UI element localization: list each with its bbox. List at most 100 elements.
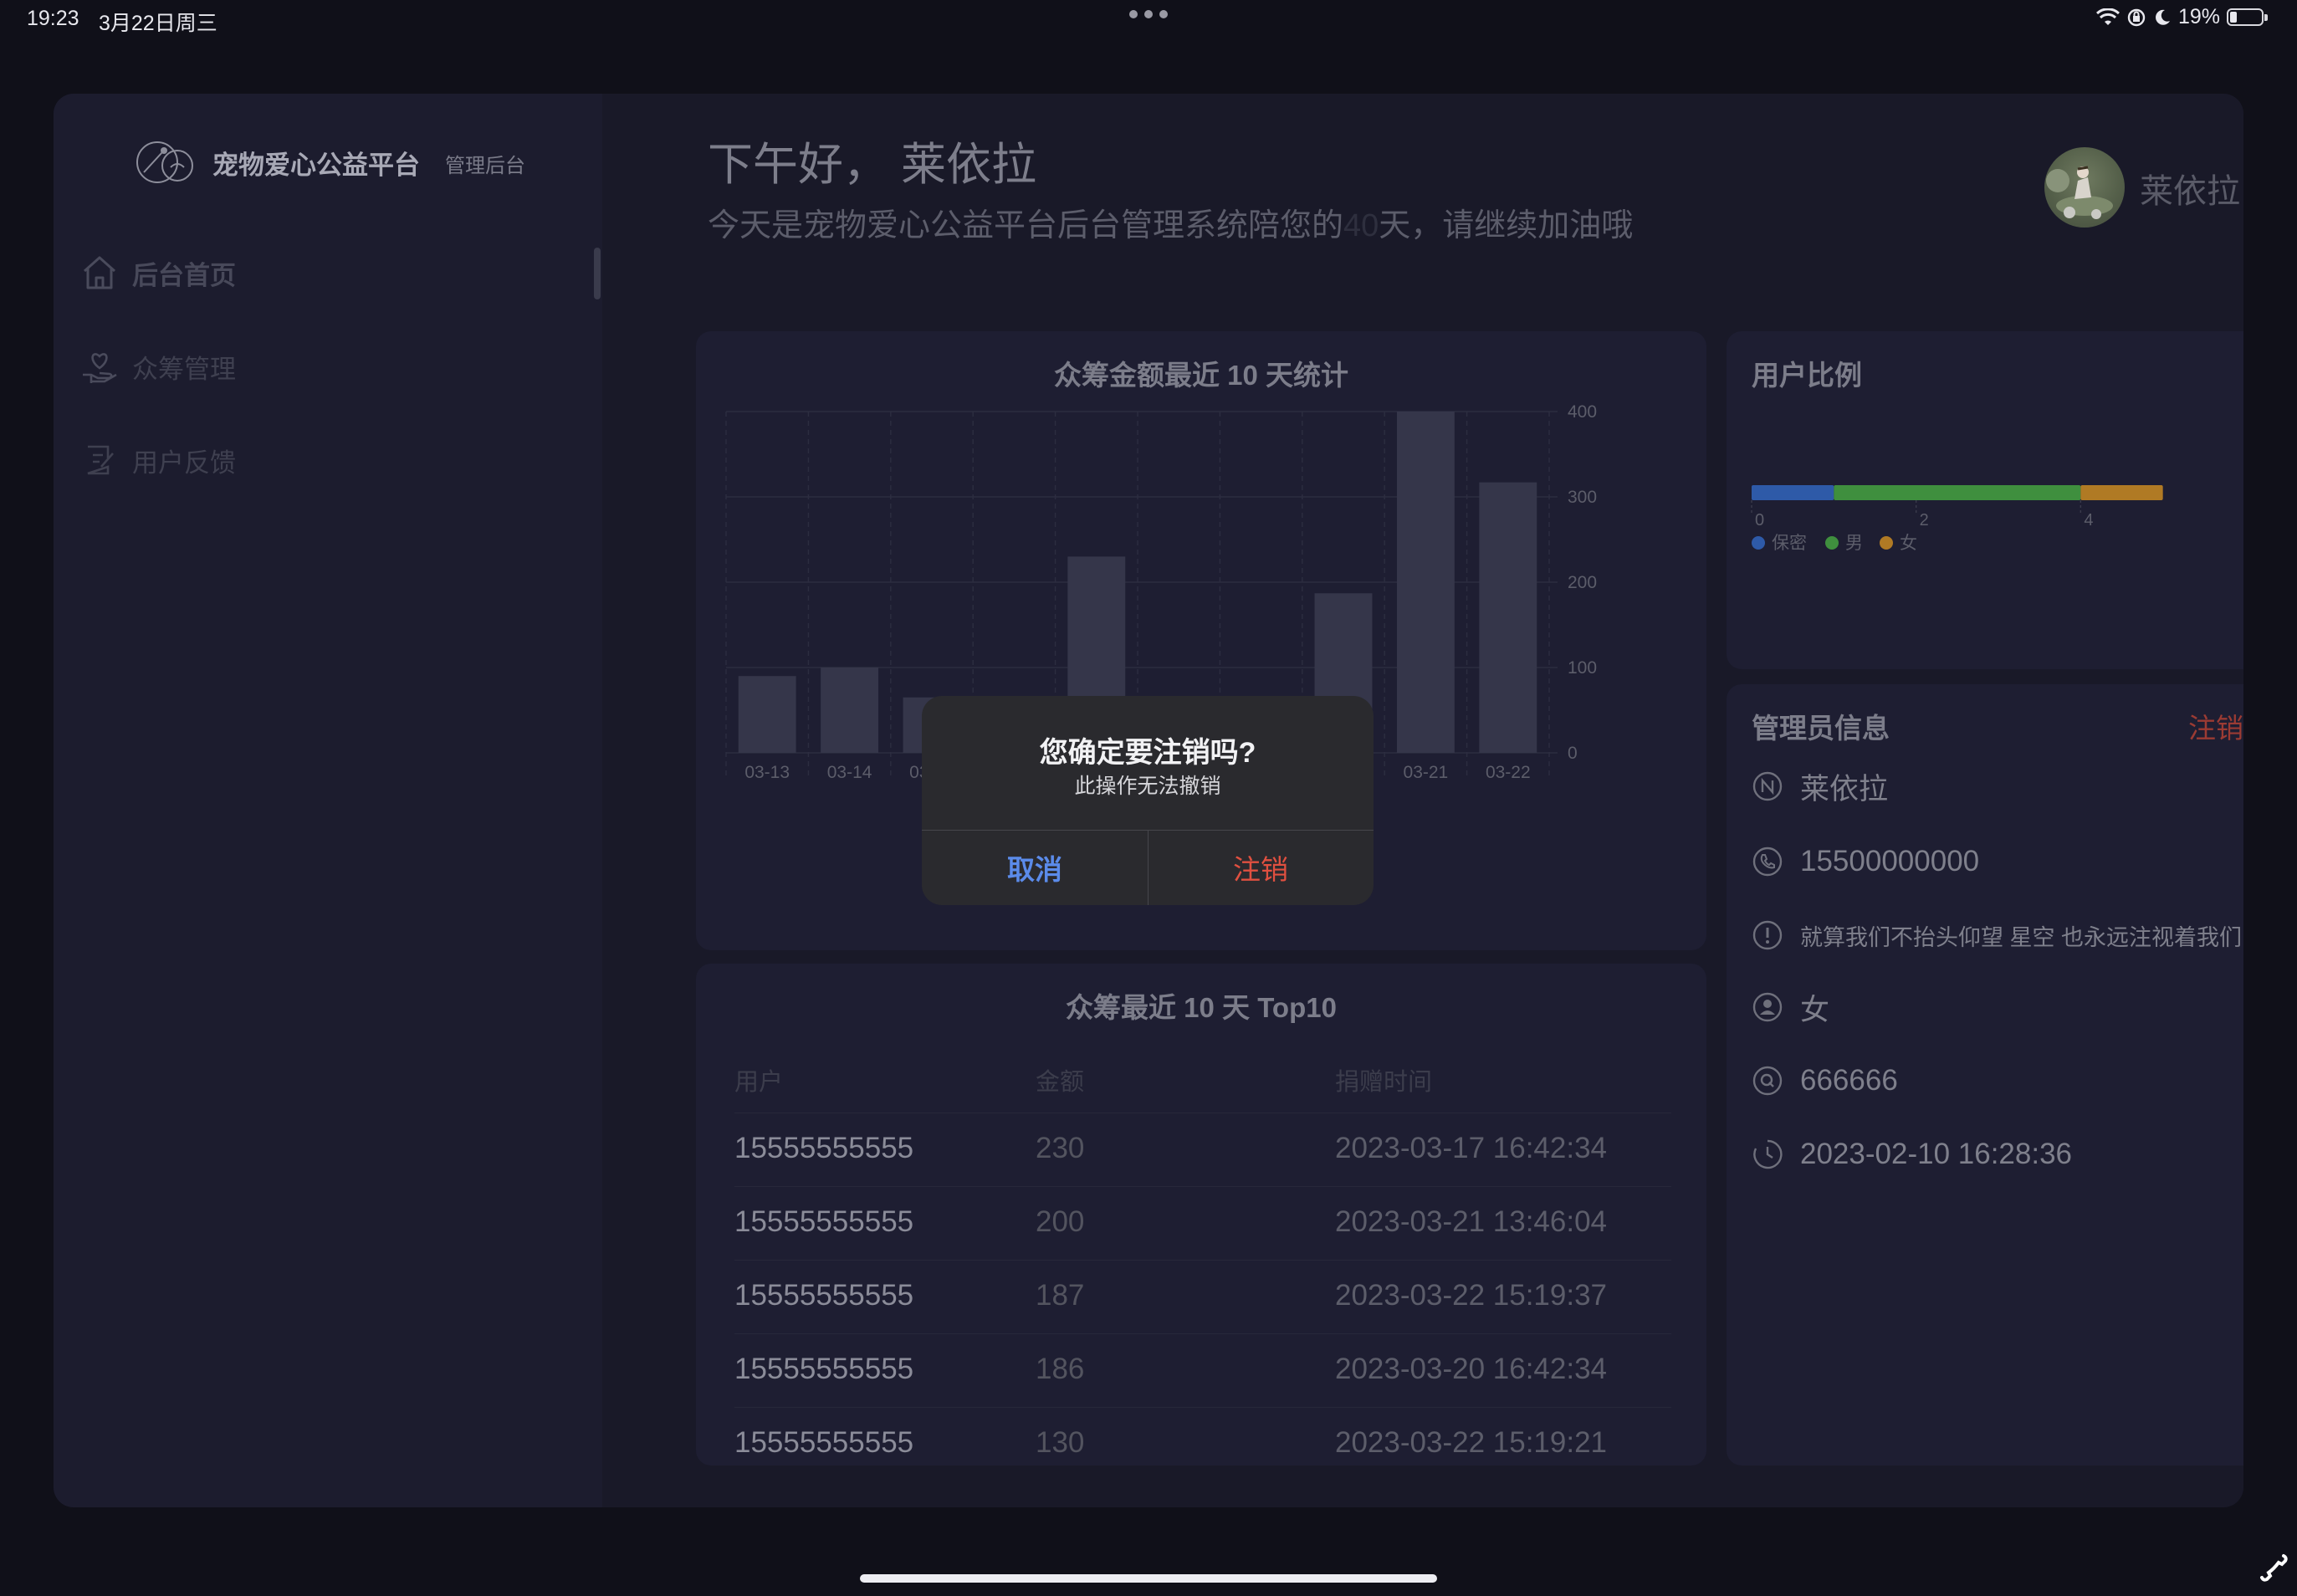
admin-created-row: 2023-02-10 16:28:36	[1752, 1129, 2072, 1179]
table-row[interactable]: 15555555555 187 2023-03-22 15:19:37	[734, 1260, 1671, 1334]
orientation-lock-icon	[2127, 8, 2146, 26]
status-date: 3月22日周三	[99, 12, 217, 35]
cell-user: 15555555555	[734, 1426, 914, 1459]
x-tick-label: 03-22	[1486, 763, 1531, 782]
subtitle-prefix: 今天是宠物爱心公益平台后台管理系统陪您的	[708, 208, 1344, 243]
y-tick-label: 400	[1568, 402, 1597, 422]
admin-title: 管理员信息	[1752, 713, 1890, 744]
y-tick-label: 0	[1568, 744, 1578, 763]
legend-swatch	[1752, 536, 1765, 550]
avatar[interactable]	[2044, 147, 2125, 228]
x-tick-label: 0	[1755, 511, 1764, 529]
logout-confirm-dialog: 您确定要注销吗? 此操作无法撤销 取消 注销	[922, 696, 1374, 905]
table-row[interactable]: 15555555555 230 2023-03-17 16:42:34	[734, 1113, 1671, 1187]
status-right: 19%	[2095, 5, 2268, 29]
cell-time: 2023-03-22 15:19:21	[1335, 1426, 1607, 1459]
cell-amount: 230	[1036, 1132, 1085, 1164]
cell-time: 2023-03-22 15:19:37	[1335, 1279, 1607, 1312]
cell-time: 2023-03-21 13:46:04	[1335, 1205, 1607, 1238]
x-tick-label: 2	[1920, 511, 1929, 529]
sidebar-item-label: 用户反馈	[132, 448, 236, 478]
ratio-segment	[1834, 485, 2081, 500]
cell-user: 15555555555	[734, 1205, 914, 1238]
y-tick-label: 200	[1568, 573, 1597, 592]
pet-logo-icon	[136, 141, 193, 183]
main-content: 下午好， 莱依拉 今天是宠物爱心公益平台后台管理系统陪您的40天，请继续加油哦 …	[602, 94, 2243, 1507]
qq-icon	[1752, 1066, 1783, 1096]
cell-user: 15555555555	[734, 1353, 914, 1385]
battery-percent: 19%	[2177, 5, 2220, 28]
home-icon	[79, 252, 120, 294]
table-row[interactable]: 15555555555 200 2023-03-21 13:46:04	[734, 1186, 1671, 1261]
admin-phone: 15500000000	[1800, 845, 1980, 877]
sidebar-item-feedback[interactable]: 用户反馈	[79, 427, 572, 494]
admin-created-at: 2023-02-10 16:28:36	[1800, 1138, 2072, 1170]
admin-motto: 就算我们不抬头仰望 星空 也永远注视着我们	[1800, 924, 2243, 950]
admin-gender-row: 女	[1752, 982, 1829, 1032]
brand-name: 宠物爱心公益平台	[212, 151, 420, 180]
user-ratio-card: 用户比例 0 2 4 保密男女	[1727, 331, 2243, 669]
admin-qq-row: 666666	[1752, 1056, 1898, 1106]
cell-user: 15555555555	[734, 1279, 914, 1312]
table-row[interactable]: 15555555555 186 2023-03-20 16:42:34	[734, 1333, 1671, 1408]
greeting: 下午好， 莱依拉	[708, 140, 1037, 190]
y-tick-label: 300	[1568, 488, 1597, 507]
admin-info-card: 管理员信息 注销 莱依拉 15500000000 就算我们不抬头仰望 星空 也永…	[1727, 684, 2243, 1466]
x-tick-label: 03-14	[827, 763, 872, 782]
clock-icon	[1753, 1139, 1783, 1169]
logout-link[interactable]: 注销	[2188, 706, 2243, 746]
legend-swatch	[1825, 536, 1839, 550]
admin-phone-row: 15500000000	[1752, 836, 1979, 887]
legend-label: 男	[1845, 534, 1863, 553]
name-icon	[1752, 771, 1783, 801]
cell-amount: 186	[1036, 1353, 1085, 1385]
heart-hand-icon	[79, 345, 120, 387]
cell-amount: 130	[1036, 1426, 1085, 1459]
admin-qq: 666666	[1800, 1064, 1898, 1097]
scroll-indicator	[594, 248, 601, 299]
cancel-button[interactable]: 取消	[922, 830, 1148, 905]
phone-call-icon[interactable]	[2259, 1553, 2289, 1583]
x-tick-label: 4	[2084, 511, 2093, 529]
feedback-icon	[79, 439, 120, 481]
user-icon	[1752, 992, 1783, 1022]
bar	[738, 676, 796, 753]
ratio-segment	[2080, 485, 2163, 500]
sidebar-item-crowdfunding[interactable]: 众筹管理	[79, 333, 572, 400]
sidebar: 宠物爱心公益平台 管理后台 后台首页 众筹管理 用户反馈	[54, 94, 602, 1507]
x-tick-label: 03-13	[744, 763, 790, 782]
avatar-name: 莱依拉	[2140, 173, 2240, 210]
admin-name: 莱依拉	[1800, 772, 1889, 806]
cell-user: 15555555555	[734, 1132, 914, 1164]
table-row[interactable]: 15555555555 130 2023-03-22 15:19:21	[734, 1407, 1671, 1481]
dialog-message: 此操作无法撤销	[1074, 775, 1221, 798]
header-user: 用户	[734, 1069, 784, 1096]
subtitle-suffix: 天，请继续加油哦	[1379, 208, 1634, 243]
info-icon	[1752, 920, 1783, 950]
sidebar-item-label: 众筹管理	[132, 354, 236, 384]
wifi-icon	[2095, 8, 2120, 25]
ratio-segment	[1752, 485, 1834, 500]
legend-label: 保密	[1772, 534, 1807, 553]
greeting-subtitle: 今天是宠物爱心公益平台后台管理系统陪您的40天，请继续加油哦	[708, 199, 1633, 245]
brand-subtitle: 管理后台	[445, 155, 525, 177]
home-indicator[interactable]	[860, 1574, 1437, 1583]
ratio-chart: 0 2 4 保密 男 女	[1751, 485, 2163, 553]
multitasking-dots-icon[interactable]	[1129, 8, 1168, 20]
dialog-title: 您确定要注销吗?	[1039, 737, 1256, 769]
admin-gender: 女	[1800, 993, 1830, 1026]
admin-name-row: 莱依拉	[1752, 761, 1888, 811]
top10-title: 众筹最近 10 天 Top10	[1066, 992, 1337, 1023]
cell-amount: 187	[1036, 1279, 1085, 1312]
cell-time: 2023-03-20 16:42:34	[1335, 1353, 1607, 1385]
confirm-logout-button[interactable]: 注销	[1148, 830, 1374, 905]
admin-motto-row: 就算我们不抬头仰望 星空 也永远注视着我们	[1752, 910, 2242, 960]
header-amount: 金额	[1036, 1069, 1085, 1096]
bar	[1479, 482, 1537, 753]
battery-icon	[2227, 8, 2268, 26]
sidebar-item-home[interactable]: 后台首页	[79, 239, 572, 306]
header-time: 捐赠时间	[1335, 1069, 1433, 1096]
top10-card: 众筹最近 10 天 Top10 用户 金额 捐赠时间 15555555555 2…	[696, 964, 1706, 1466]
bar	[821, 668, 879, 753]
moon-icon	[2156, 9, 2170, 25]
